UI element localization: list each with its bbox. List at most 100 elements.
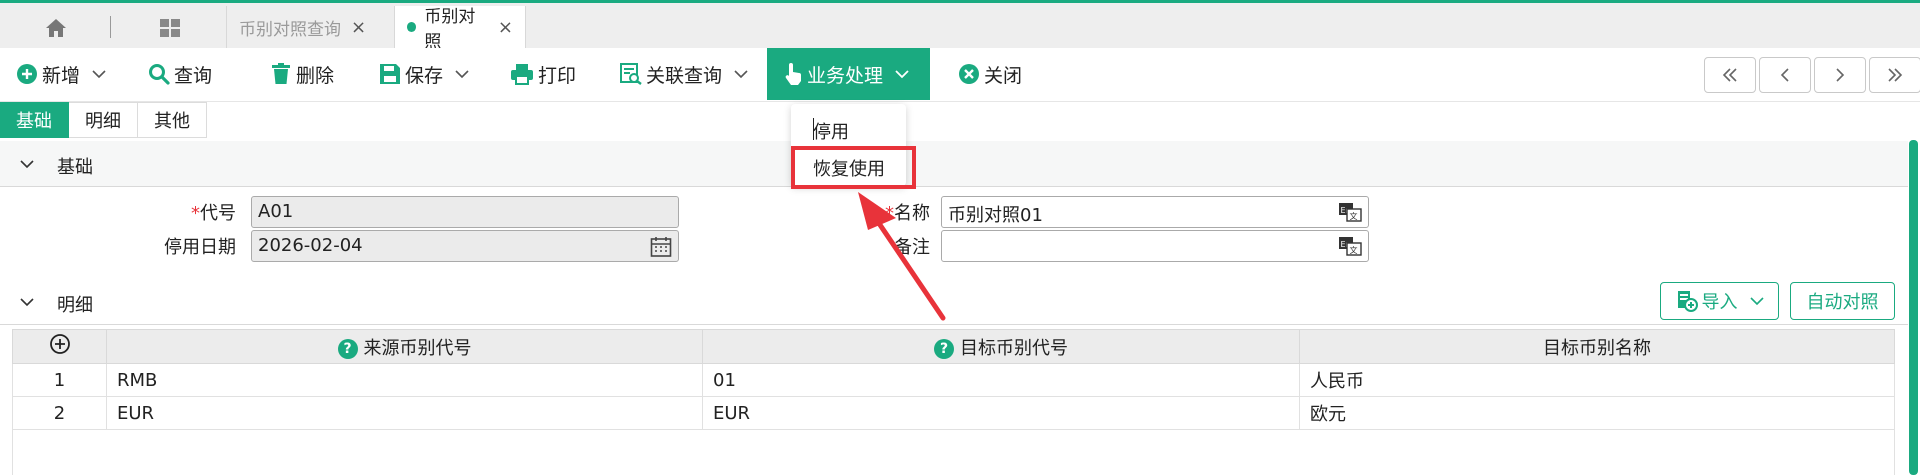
highlight-box	[791, 146, 916, 189]
home-icon	[46, 19, 66, 37]
add-row-icon[interactable]	[49, 333, 71, 355]
tab-currency-mapping[interactable]: 币别对照 ×	[394, 6, 526, 52]
grid-icon	[160, 19, 180, 37]
required-mark: *	[191, 203, 200, 224]
last-page-button[interactable]	[1869, 57, 1920, 93]
chevron-down-icon[interactable]	[1749, 296, 1764, 306]
import-label: 导入	[1701, 292, 1738, 313]
name-value: 币别对照01	[948, 205, 1043, 226]
source-code-cell[interactable]: EUR	[106, 396, 703, 430]
tab-label: 币别对照查询	[239, 19, 341, 40]
home-button[interactable]	[36, 13, 76, 43]
tab-close-icon[interactable]: ×	[498, 17, 513, 38]
table-header-row: ? 来源币别代号 ? 目标币别代号 目标币别名称	[12, 329, 1895, 364]
help-icon[interactable]: ?	[934, 338, 954, 359]
target-name-cell[interactable]: 欧元	[1299, 396, 1895, 430]
disable-date-field[interactable]: 2026-02-04	[251, 230, 679, 262]
business-process-button[interactable]: 业务处理	[767, 48, 930, 100]
row-index: 2	[12, 396, 107, 430]
auto-map-button[interactable]: 自动对照	[1790, 282, 1895, 320]
query-button[interactable]: 查询	[148, 48, 212, 100]
name-field[interactable]: 币别对照01 En 文	[941, 196, 1369, 228]
translate-icon[interactable]: En文	[1338, 236, 1362, 256]
import-icon	[1677, 291, 1698, 312]
svg-text:文: 文	[1350, 211, 1358, 221]
first-page-button[interactable]	[1704, 57, 1756, 93]
chevron-left-icon	[1780, 68, 1789, 82]
text-cursor	[813, 118, 814, 140]
code-label: *代号	[150, 199, 236, 225]
chevron-down-icon[interactable]	[92, 69, 106, 79]
add-row-header[interactable]	[12, 329, 107, 364]
name-label-text: 名称	[894, 203, 930, 224]
plus-circle-icon	[17, 64, 37, 84]
calendar-icon[interactable]	[650, 236, 672, 258]
col-target-code: ? 目标币别代号	[702, 329, 1300, 364]
source-code-cell[interactable]: RMB	[106, 363, 703, 397]
chevron-down-icon[interactable]	[20, 297, 34, 307]
help-icon[interactable]: ?	[337, 338, 358, 359]
double-chevron-right-icon	[1888, 68, 1903, 82]
remark-label: 备注	[894, 237, 930, 258]
trash-icon	[272, 63, 290, 84]
add-label: 新增	[42, 64, 81, 87]
tab-other[interactable]: 其他	[138, 102, 207, 138]
printer-icon	[511, 64, 533, 85]
related-query-button[interactable]: 关联查询	[620, 48, 752, 100]
code-field[interactable]: A01	[251, 196, 679, 228]
vertical-scrollbar[interactable]	[1909, 140, 1918, 475]
form-tabs: 基础 明细 其他	[0, 102, 207, 139]
delete-button[interactable]: 删除	[270, 48, 334, 100]
chevron-right-icon	[1836, 68, 1845, 82]
detail-section-title: 明细	[57, 295, 93, 316]
required-mark: *	[885, 203, 894, 224]
close-button[interactable]: 关闭	[958, 48, 1022, 100]
detail-section-header[interactable]: 明细	[0, 277, 1908, 325]
add-button[interactable]: 新增	[16, 48, 110, 100]
svg-text:文: 文	[1350, 245, 1358, 255]
next-page-button[interactable]	[1814, 57, 1866, 93]
save-label: 保存	[405, 64, 444, 87]
basic-section-title: 基础	[57, 157, 93, 178]
tab-close-icon[interactable]: ×	[351, 17, 366, 38]
chevron-down-icon[interactable]	[20, 159, 34, 169]
chevron-down-icon[interactable]	[734, 69, 748, 79]
col-target-name: 目标币别名称	[1299, 329, 1895, 364]
hand-pointer-icon	[785, 63, 801, 85]
tab-currency-mapping-query[interactable]: 币别对照查询 ×	[226, 6, 394, 48]
related-query-label: 关联查询	[646, 64, 723, 87]
code-label-text: 代号	[200, 203, 236, 224]
target-code-cell[interactable]: EUR	[702, 396, 1300, 430]
table-row[interactable]: 2 EUR EUR 欧元	[12, 396, 1895, 430]
target-code-cell[interactable]: 01	[702, 363, 1300, 397]
col-source-code: ? 来源币别代号	[106, 329, 703, 364]
tab-strip: 币别对照查询 × 币别对照 ×	[0, 3, 1920, 52]
tab-basic[interactable]: 基础	[0, 102, 69, 138]
import-button[interactable]: 导入	[1660, 282, 1779, 320]
row-index: 1	[12, 363, 107, 397]
tab-detail[interactable]: 明细	[69, 102, 138, 138]
basic-section-header[interactable]: 基础	[0, 141, 1908, 187]
remark-field[interactable]: En 文	[941, 230, 1369, 262]
delete-label: 删除	[296, 64, 335, 87]
print-button[interactable]: 打印	[510, 48, 576, 100]
close-circle-icon	[959, 64, 979, 84]
print-label: 打印	[538, 64, 577, 87]
translate-icon[interactable]: En文	[1338, 202, 1362, 222]
target-name-cell[interactable]: 人民币	[1299, 363, 1895, 397]
code-value: A01	[258, 201, 294, 222]
chevron-down-icon[interactable]	[455, 69, 469, 79]
detail-table: ? 来源币别代号 ? 目标币别代号 目标币别名称 1 RMB 01 人民币 2 EU…	[12, 329, 1895, 430]
col-target-code-label: 目标币别代号	[960, 337, 1068, 359]
chevron-down-icon[interactable]	[895, 69, 909, 79]
table-row[interactable]: 1 RMB 01 人民币	[12, 363, 1895, 397]
apps-button[interactable]	[150, 13, 190, 43]
previous-page-button[interactable]	[1759, 57, 1811, 93]
save-button[interactable]: 保存	[379, 48, 473, 100]
disable-date-label: 停用日期	[164, 237, 236, 258]
active-tab-dot	[407, 22, 417, 32]
toolbar: 新增 查询 删除 保存 打印 关联查询 业务处理 关闭	[0, 48, 1920, 102]
col-source-code-label: 来源币别代号	[363, 337, 472, 359]
tab-label: 币别对照	[424, 7, 476, 52]
menu-item-disable[interactable]: 停用	[813, 118, 849, 144]
